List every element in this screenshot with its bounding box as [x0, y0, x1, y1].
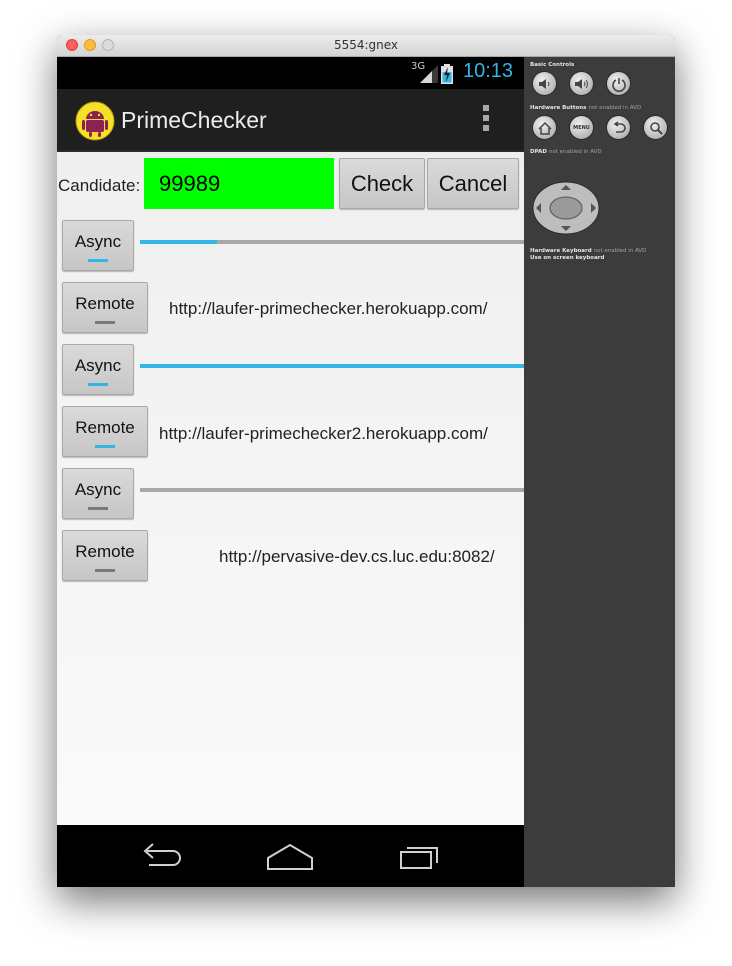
button-indicator: [88, 259, 108, 262]
remote-button-label: Remote: [75, 541, 135, 561]
keyboard-note: Use on screen keyboard: [530, 255, 605, 261]
candidate-label: Candidate:: [58, 176, 141, 195]
async-button-label: Async: [74, 231, 122, 251]
back-icon[interactable]: [137, 839, 185, 873]
async-button-label: Async: [74, 355, 122, 375]
dpad-heading: DPAD not enabled in AVD: [530, 149, 602, 155]
overflow-menu-icon[interactable]: [483, 105, 489, 135]
check-button[interactable]: Check: [339, 158, 425, 209]
remote-button[interactable]: Remote: [62, 530, 148, 581]
action-bar: PrimeChecker: [57, 89, 524, 152]
button-indicator: [95, 321, 115, 324]
home-icon[interactable]: [265, 839, 315, 873]
async-button[interactable]: Async: [62, 468, 134, 519]
progress-bar: [140, 240, 524, 244]
button-indicator: [88, 507, 108, 510]
progress-fill: [140, 364, 524, 368]
android-icon: [75, 101, 115, 141]
remote-button-label: Remote: [75, 293, 135, 313]
hardware-back-button[interactable]: [606, 115, 631, 140]
hardware-menu-button[interactable]: MENU: [569, 115, 594, 140]
async-button-label: Async: [74, 479, 122, 499]
device-screen: 3G 10:13 PrimeChecker Candidate: 99989 C…: [57, 57, 524, 887]
main-content: Candidate: Check Cancel Async Remote htt…: [57, 152, 524, 825]
navigation-bar: [57, 825, 524, 887]
button-indicator: [88, 383, 108, 386]
button-indicator: [95, 569, 115, 572]
hardware-keyboard-heading: Hardware Keyboard not enabled in AVD: [530, 248, 647, 254]
recent-apps-icon[interactable]: [397, 839, 445, 873]
menu-label: MENU: [573, 125, 590, 131]
search-icon: [650, 122, 663, 135]
back-icon: [613, 121, 626, 133]
cancel-button[interactable]: Cancel: [427, 158, 519, 209]
basic-controls-heading: Basic Controls: [530, 62, 575, 68]
status-bar: 3G 10:13: [57, 57, 524, 89]
remote-url: http://laufer-primechecker.herokuapp.com…: [169, 299, 488, 318]
hardware-home-button[interactable]: [532, 115, 557, 140]
volume-down-icon: [539, 79, 550, 89]
window-titlebar: 5554:gnex: [57, 35, 675, 57]
async-button[interactable]: Async: [62, 220, 134, 271]
power-icon: [612, 78, 626, 92]
window-title: 5554:gnex: [333, 38, 399, 52]
candidate-input[interactable]: [144, 158, 334, 209]
remote-button-label: Remote: [75, 417, 135, 437]
emulator-window: 5554:gnex 3G 10:13 PrimeChecker Candidat…: [57, 35, 675, 887]
dpad-control[interactable]: [532, 181, 600, 235]
app-title: PrimeChecker: [121, 107, 267, 133]
progress-bar: [140, 488, 524, 492]
emulator-controls-panel: Basic Controls Hardware Buttons not enab…: [524, 57, 675, 887]
volume-down-button[interactable]: [532, 71, 557, 96]
progress-bar: [140, 364, 524, 368]
async-button[interactable]: Async: [62, 344, 134, 395]
hardware-search-button[interactable]: [643, 115, 668, 140]
home-icon: [538, 121, 552, 135]
volume-up-icon: [575, 79, 588, 89]
remote-url: http://pervasive-dev.cs.luc.edu:8082/: [219, 547, 495, 566]
button-indicator: [95, 445, 115, 448]
hardware-buttons-heading: Hardware Buttons not enabled in AVD: [530, 105, 642, 111]
remote-button[interactable]: Remote: [62, 406, 148, 457]
battery-icon: [441, 64, 453, 84]
progress-fill: [140, 240, 217, 244]
clock: 10:13: [463, 60, 514, 82]
power-button[interactable]: [606, 71, 631, 96]
signal-icon: [420, 65, 438, 83]
remote-url: http://laufer-primechecker2.herokuapp.co…: [159, 424, 488, 443]
volume-up-button[interactable]: [569, 71, 594, 96]
remote-button[interactable]: Remote: [62, 282, 148, 333]
